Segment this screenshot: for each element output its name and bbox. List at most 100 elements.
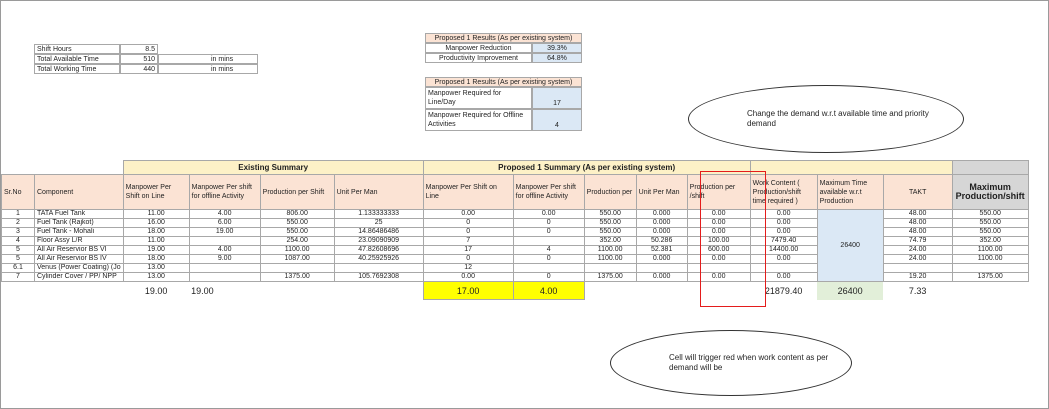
cell-prod-shift[interactable]: 254.00 bbox=[259, 236, 335, 246]
cell-component[interactable]: TATA Fuel Tank bbox=[34, 209, 124, 219]
header-p-mp-line[interactable]: Manpower Per Shift on Line bbox=[422, 174, 514, 210]
header-unit-man[interactable]: Unit Per Man bbox=[333, 174, 424, 210]
cell-unit-man[interactable] bbox=[333, 263, 424, 273]
cell-p-unit[interactable] bbox=[635, 263, 688, 273]
cell-sr[interactable]: 4 bbox=[1, 236, 35, 246]
cell-component[interactable]: Fuel Tank - Mohali bbox=[34, 227, 124, 237]
cell-p-mp-offline[interactable]: 0 bbox=[512, 218, 585, 228]
cell-p-prod[interactable]: 550.00 bbox=[583, 227, 637, 237]
header-takt[interactable]: TAKT bbox=[882, 174, 953, 210]
cell-sr[interactable]: 1 bbox=[1, 209, 35, 219]
cell-mp-line[interactable]: 16.00 bbox=[122, 218, 190, 228]
cell-max-prod[interactable]: 550.00 bbox=[951, 218, 1029, 228]
total-mp-line[interactable]: 19.00 bbox=[123, 282, 189, 300]
band-right[interactable] bbox=[749, 160, 953, 175]
total-mp-offline[interactable]: 19.00 bbox=[189, 282, 260, 300]
cell-p-mp-line[interactable]: 0.00 bbox=[422, 272, 514, 282]
band-existing-summary[interactable]: Existing Summary bbox=[122, 160, 424, 175]
band-max-prod[interactable] bbox=[951, 160, 1029, 175]
cell-p-unit[interactable]: 0.000 bbox=[635, 227, 688, 237]
cell-p-mp-offline[interactable] bbox=[512, 236, 585, 246]
cell-prod-shift[interactable]: 1100.00 bbox=[259, 245, 335, 255]
cell-max-prod[interactable]: 1100.00 bbox=[951, 245, 1029, 255]
cell-unit-man[interactable]: 47.82608696 bbox=[333, 245, 424, 255]
cell-p-mp-offline[interactable]: 4 bbox=[512, 245, 585, 255]
cell-p-prod[interactable]: 1100.00 bbox=[583, 245, 637, 255]
cell-p-mp-offline[interactable]: 0 bbox=[512, 272, 585, 282]
header-max-prod[interactable]: Maximum Production/shift bbox=[951, 174, 1029, 210]
cell-unit-man[interactable]: 1.133333333 bbox=[333, 209, 424, 219]
header-mp-offline[interactable]: Manpower Per shift for offline Activity bbox=[188, 174, 261, 210]
cell-mp-offline[interactable] bbox=[188, 236, 261, 246]
cell-max-prod[interactable]: 550.00 bbox=[951, 227, 1029, 237]
cell-mp-line[interactable]: 18.00 bbox=[122, 254, 190, 264]
header-mp-line[interactable]: Manpower Per Shift on Line bbox=[122, 174, 190, 210]
cell-takt[interactable]: 24.00 bbox=[882, 245, 953, 255]
header-p-mp-offline[interactable]: Manpower Per shift for offline Activity bbox=[512, 174, 585, 210]
cell-p-unit[interactable]: 52.381 bbox=[635, 245, 688, 255]
results2-label-offline[interactable]: Manpower Required for Offline Activities bbox=[425, 109, 532, 131]
results1-title[interactable]: Proposed 1 Results (As per existing syst… bbox=[425, 33, 582, 43]
cell-mp-line[interactable]: 11.00 bbox=[122, 209, 190, 219]
cell-mp-offline[interactable]: 4.00 bbox=[188, 209, 261, 219]
cell-p-prod[interactable]: 352.00 bbox=[583, 236, 637, 246]
cell-unit-man[interactable]: 23.09090909 bbox=[333, 236, 424, 246]
cell-p-prod[interactable] bbox=[583, 263, 637, 273]
cell-takt[interactable]: 24.00 bbox=[882, 254, 953, 264]
cell-p-unit[interactable]: 0.000 bbox=[635, 209, 688, 219]
cell-p-prod[interactable]: 550.00 bbox=[583, 209, 637, 219]
cell-max-prod[interactable]: 1375.00 bbox=[951, 272, 1029, 282]
cell-max-prod[interactable] bbox=[951, 263, 1029, 273]
cell-max-prod[interactable]: 1100.00 bbox=[951, 254, 1029, 264]
cell-takt[interactable]: 48.00 bbox=[882, 227, 953, 237]
cell-available-time-label[interactable]: Total Available Time bbox=[34, 54, 120, 64]
header-p-prod[interactable]: Production per bbox=[583, 174, 637, 210]
cell-p-mp-line[interactable]: 0 bbox=[422, 218, 514, 228]
cell-p-prod[interactable]: 1375.00 bbox=[583, 272, 637, 282]
cell-component[interactable]: All Air Reservior BS IV bbox=[34, 254, 124, 264]
cell-prod-shift[interactable]: 806.00 bbox=[259, 209, 335, 219]
cell-sr[interactable]: 2 bbox=[1, 218, 35, 228]
cell-mp-offline[interactable]: 4.00 bbox=[188, 245, 261, 255]
cell-p-mp-offline[interactable] bbox=[512, 263, 585, 273]
cell-component[interactable]: Cylinder Cover / PP/ NPP bbox=[34, 272, 124, 282]
header-p-unit[interactable]: Unit Per Man bbox=[635, 174, 688, 210]
results1-label-productivity[interactable]: Productivity Improvement bbox=[425, 53, 532, 63]
cell-mp-offline[interactable]: 19.00 bbox=[188, 227, 261, 237]
cell-component[interactable]: Venus (Power Coating) (Jo bbox=[34, 263, 124, 273]
header-component[interactable]: Component bbox=[34, 174, 124, 210]
cell-p-unit[interactable]: 50.286 bbox=[635, 236, 688, 246]
cell-p-unit[interactable]: 0.000 bbox=[635, 218, 688, 228]
cell-component[interactable]: All Air Reservior BS VI bbox=[34, 245, 124, 255]
cell-p-unit[interactable]: 0.000 bbox=[635, 254, 688, 264]
cell-mp-offline[interactable] bbox=[188, 272, 261, 282]
results2-label-line[interactable]: Manpower Required for Line/Day bbox=[425, 87, 532, 109]
total-takt[interactable]: 7.33 bbox=[883, 282, 952, 300]
cell-sr[interactable]: 5 bbox=[1, 245, 35, 255]
cell-prod-shift[interactable]: 550.00 bbox=[259, 227, 335, 237]
header-prod-shift[interactable]: Production per Shift bbox=[259, 174, 335, 210]
header-sr-no[interactable]: Sr.No bbox=[1, 174, 35, 210]
cell-prod-shift[interactable]: 550.00 bbox=[259, 218, 335, 228]
cell-p-mp-line[interactable]: 0 bbox=[422, 254, 514, 264]
cell-takt[interactable]: 74.79 bbox=[882, 236, 953, 246]
cell-component[interactable]: Floor Assy L/R bbox=[34, 236, 124, 246]
results2-title[interactable]: Proposed 1 Results (As per existing syst… bbox=[425, 77, 582, 87]
cell-component[interactable]: Fuel Tank (Rajkot) bbox=[34, 218, 124, 228]
total-p-mp-offline[interactable]: 4.00 bbox=[512, 281, 585, 300]
cell-sr[interactable]: 3 bbox=[1, 227, 35, 237]
cell-max-time-merged[interactable]: 26400 bbox=[816, 209, 884, 282]
cell-mp-line[interactable]: 13.00 bbox=[122, 263, 190, 273]
cell-mp-line[interactable]: 11.00 bbox=[122, 236, 190, 246]
cell-takt[interactable] bbox=[882, 263, 953, 273]
cell-available-time-unit[interactable]: in mins bbox=[158, 54, 258, 64]
cell-p-mp-line[interactable]: 7 bbox=[422, 236, 514, 246]
cell-shift-hours-value[interactable]: 8.5 bbox=[120, 44, 158, 54]
cell-mp-offline[interactable] bbox=[188, 263, 261, 273]
cell-p-unit[interactable]: 0.000 bbox=[635, 272, 688, 282]
cell-prod-shift[interactable]: 1087.00 bbox=[259, 254, 335, 264]
cell-p-mp-line[interactable]: 17 bbox=[422, 245, 514, 255]
cell-mp-line[interactable]: 19.00 bbox=[122, 245, 190, 255]
cell-working-time-unit[interactable]: in mins bbox=[158, 64, 258, 74]
cell-shift-hours-label[interactable]: Shift Hours bbox=[34, 44, 120, 54]
